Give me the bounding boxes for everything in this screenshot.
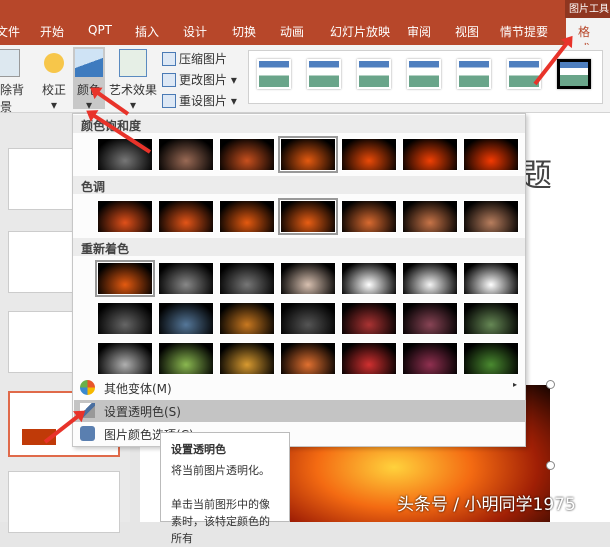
tooltip: 设置透明色 将当前图片透明化。 单击当前图形中的像素时，该特定颜色的所有	[160, 432, 290, 545]
picture-style-option[interactable]	[307, 59, 341, 89]
recolor-swatch[interactable]	[219, 342, 275, 375]
watermark: 头条号 / 小明同学1975	[397, 495, 576, 515]
recolor-swatch[interactable]	[219, 302, 275, 335]
recolor-swatch[interactable]	[402, 342, 458, 375]
section-tone: 色调	[73, 176, 525, 194]
saturation-swatch[interactable]	[278, 136, 338, 173]
color-dropdown-menu: 颜色饱和度 色调 重新着色 其他变体(M)▸ 设置透明色(S) 图片颜色选项(C…	[72, 113, 526, 447]
picture-style-option[interactable]	[557, 59, 591, 89]
tone-swatch[interactable]	[402, 200, 458, 233]
recolor-swatch[interactable]	[341, 262, 397, 295]
resize-handle[interactable]	[546, 380, 555, 389]
set-transparent-color-item[interactable]: 设置透明色(S)	[74, 400, 525, 422]
tone-swatch[interactable]	[463, 200, 519, 233]
saturation-swatch[interactable]	[463, 138, 519, 171]
recolor-swatch[interactable]	[219, 262, 275, 295]
picture-styles-gallery	[248, 50, 603, 104]
recolor-swatch[interactable]	[341, 302, 397, 335]
ribbon: 删除背景 校正▾ 颜色▾ 艺术效果▾ 压缩图片 更改图片 ▾ 重设图片 ▾	[0, 45, 610, 115]
picture-style-option[interactable]	[407, 59, 441, 89]
tone-swatch[interactable]	[341, 200, 397, 233]
color-button[interactable]: 颜色▾	[73, 47, 105, 112]
tab-4[interactable]: 设计	[183, 23, 207, 40]
compress-pictures-button[interactable]: 压缩图片	[162, 50, 227, 67]
recolor-swatch[interactable]	[402, 302, 458, 335]
tab-10[interactable]: 情节提要	[500, 23, 548, 40]
saturation-swatch[interactable]	[97, 138, 153, 171]
ribbon-tabs: 文件开始QPT插入设计切换动画幻灯片放映审阅视图情节提要格式	[0, 18, 610, 56]
tone-swatch[interactable]	[97, 200, 153, 233]
change-picture-button[interactable]: 更改图片 ▾	[162, 71, 237, 88]
saturation-swatch[interactable]	[341, 138, 397, 171]
color-wheel-icon	[80, 380, 95, 395]
picture-icon	[75, 49, 103, 77]
tab-3[interactable]: 插入	[135, 23, 159, 40]
recolor-swatch[interactable]	[402, 262, 458, 295]
tab-5[interactable]: 切换	[232, 23, 256, 40]
change-icon	[162, 72, 176, 87]
tone-swatch[interactable]	[278, 198, 338, 235]
picture-style-option[interactable]	[257, 59, 291, 89]
artistic-icon	[119, 49, 147, 77]
picture-color-icon	[80, 426, 95, 441]
saturation-swatch[interactable]	[219, 138, 275, 171]
recolor-swatch[interactable]	[158, 342, 214, 375]
tab-6[interactable]: 动画	[280, 23, 304, 40]
picture-style-option[interactable]	[357, 59, 391, 89]
tab-0[interactable]: 文件	[0, 23, 20, 40]
tone-swatch[interactable]	[158, 200, 214, 233]
remove-background-button[interactable]: 删除背景	[0, 49, 26, 115]
section-recolor: 重新着色	[73, 238, 525, 256]
more-variations-item[interactable]: 其他变体(M) ▸	[74, 377, 525, 399]
tab-2[interactable]: QPT	[88, 23, 112, 37]
saturation-swatch[interactable]	[158, 138, 214, 171]
tone-swatch[interactable]	[219, 200, 275, 233]
saturation-swatch[interactable]	[402, 138, 458, 171]
corrections-button[interactable]: 校正 ▾	[36, 49, 72, 112]
recolor-swatch[interactable]	[95, 260, 155, 297]
recolor-swatch[interactable]	[158, 262, 214, 295]
reset-icon	[162, 93, 176, 108]
section-saturation: 颜色饱和度	[73, 115, 525, 133]
tab-1[interactable]: 开始	[40, 23, 64, 40]
picture-color-options-item[interactable]: 图片颜色选项(C)...	[74, 423, 525, 445]
recolor-swatch[interactable]	[280, 262, 336, 295]
recolor-swatch[interactable]	[463, 342, 519, 375]
recolor-swatch[interactable]	[97, 342, 153, 375]
tab-9[interactable]: 视图	[455, 23, 479, 40]
recolor-swatch[interactable]	[97, 302, 153, 335]
recolor-swatch[interactable]	[463, 262, 519, 295]
resize-handle[interactable]	[546, 461, 555, 470]
context-tab-label: 图片工具	[565, 0, 610, 18]
tab-7[interactable]: 幻灯片放映	[330, 23, 390, 40]
compress-icon	[162, 51, 176, 66]
recolor-swatch[interactable]	[341, 342, 397, 375]
recolor-swatch[interactable]	[280, 302, 336, 335]
reset-picture-button[interactable]: 重设图片 ▾	[162, 92, 237, 109]
title-bar: 图片工具	[0, 0, 610, 18]
recolor-swatch[interactable]	[158, 302, 214, 335]
slide-thumbnail[interactable]	[8, 471, 120, 533]
sun-icon	[44, 53, 64, 73]
recolor-swatch[interactable]	[280, 342, 336, 375]
tab-8[interactable]: 审阅	[407, 23, 431, 40]
recolor-swatch[interactable]	[463, 302, 519, 335]
picture-style-option[interactable]	[457, 59, 491, 89]
